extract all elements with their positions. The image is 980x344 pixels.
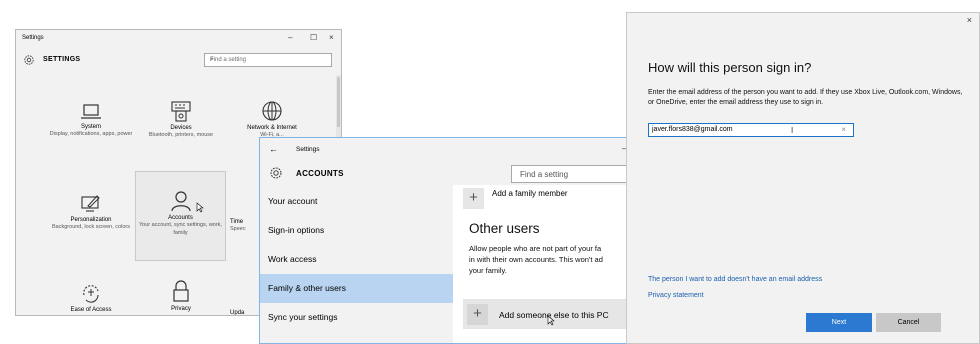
plus-icon[interactable]: + xyxy=(463,188,484,209)
email-field[interactable]: javer.flors838@gmail.com I × xyxy=(648,123,854,137)
close-button[interactable]: × xyxy=(967,15,972,25)
sign-in-dialog: × How will this person sign in? Enter th… xyxy=(626,12,980,344)
minimize-button[interactable]: – xyxy=(288,33,292,42)
text-cursor-icon: I xyxy=(791,126,794,135)
dialog-heading: How will this person sign in? xyxy=(648,60,812,75)
no-email-link[interactable]: The person I want to add doesn't have an… xyxy=(648,276,822,283)
other-users-heading: Other users xyxy=(469,221,540,236)
sidebar-nav: Your account Sign-in options Work access… xyxy=(260,185,453,343)
search-icon[interactable]: ⌕ xyxy=(210,56,327,64)
cancel-button[interactable]: Cancel xyxy=(876,313,941,332)
tile-name: Ease of Access xyxy=(70,307,112,313)
lock-icon xyxy=(173,280,189,302)
search-input[interactable]: Find a setting ⌕ xyxy=(204,53,332,67)
sidebar-item-sync-settings[interactable]: Sync your settings xyxy=(260,303,453,332)
tile-desc: Your account, sync settings, work, famil… xyxy=(139,222,222,236)
person-icon xyxy=(170,191,191,212)
search-input[interactable]: Find a setting xyxy=(511,165,630,183)
tile-network[interactable]: Network & Internet Wi-Fi, a... xyxy=(232,100,312,139)
gear-icon xyxy=(24,55,34,65)
window-title: Settings xyxy=(22,35,44,41)
maximize-button[interactable]: ☐ xyxy=(310,33,317,42)
tile-desc: Display, notifications, apps, power xyxy=(49,131,133,137)
keyboard-device-icon xyxy=(171,101,191,122)
sidebar-item-sign-in-options[interactable]: Sign-in options xyxy=(260,216,453,245)
tile-ease-of-access[interactable]: Ease of Access xyxy=(43,282,139,313)
sidebar-item-your-account[interactable]: Your account xyxy=(260,187,453,216)
tile-privacy[interactable]: Privacy xyxy=(133,279,229,312)
tile-desc: Bluetooth, printers, mouse xyxy=(148,132,214,138)
tile-personalization[interactable]: Personalization Background, lock screen,… xyxy=(43,194,139,231)
clear-icon[interactable]: × xyxy=(841,125,846,134)
other-users-description: Allow people who are not part of your fa… xyxy=(469,243,630,276)
ease-of-access-icon xyxy=(83,285,99,303)
back-button[interactable]: ← xyxy=(269,144,278,154)
desc-line: in with their own accounts. This won't a… xyxy=(469,255,603,264)
sidebar-item-family-other-users[interactable]: Family & other users xyxy=(260,274,453,303)
mouse-pointer-icon xyxy=(196,202,204,213)
next-button[interactable]: Next xyxy=(806,313,872,332)
tile-devices[interactable]: Devices Bluetooth, printers, mouse xyxy=(133,100,229,139)
sidebar-item-work-access[interactable]: Work access xyxy=(260,245,453,274)
privacy-statement-link[interactable]: Privacy statement xyxy=(648,292,704,299)
desc-line: Allow people who are not part of your fa xyxy=(469,244,602,253)
plus-icon: + xyxy=(467,304,488,325)
add-family-member-button[interactable]: Add a family member xyxy=(492,189,568,198)
page-title: SETTINGS xyxy=(43,56,81,63)
mouse-pointer-icon xyxy=(547,315,555,326)
laptop-icon xyxy=(81,104,101,119)
accounts-window: ← Settings – ACCOUNTS Find a setting You… xyxy=(259,137,631,344)
desc-line: your family. xyxy=(469,266,507,275)
scrollbar-thumb[interactable] xyxy=(337,77,340,127)
window-title: Settings xyxy=(296,146,320,153)
page-title: ACCOUNTS xyxy=(296,169,344,178)
dialog-instructions: Enter the email address of the person yo… xyxy=(648,89,963,106)
search-placeholder: Find a setting xyxy=(520,170,569,179)
tile-accounts[interactable]: Accounts Your account, sync settings, wo… xyxy=(135,171,226,261)
tile-system[interactable]: System Display, notifications, apps, pow… xyxy=(43,103,139,138)
gear-icon xyxy=(270,167,282,179)
pen-monitor-icon xyxy=(81,195,100,212)
close-button[interactable]: × xyxy=(329,33,334,42)
tile-desc: Background, lock screen, colors xyxy=(52,224,130,230)
globe-icon xyxy=(262,101,282,121)
accounts-content: + Add a family member Other users Allow … xyxy=(453,185,630,343)
email-value: javer.flors838@gmail.com xyxy=(652,126,733,133)
tile-name: Privacy xyxy=(171,306,191,312)
